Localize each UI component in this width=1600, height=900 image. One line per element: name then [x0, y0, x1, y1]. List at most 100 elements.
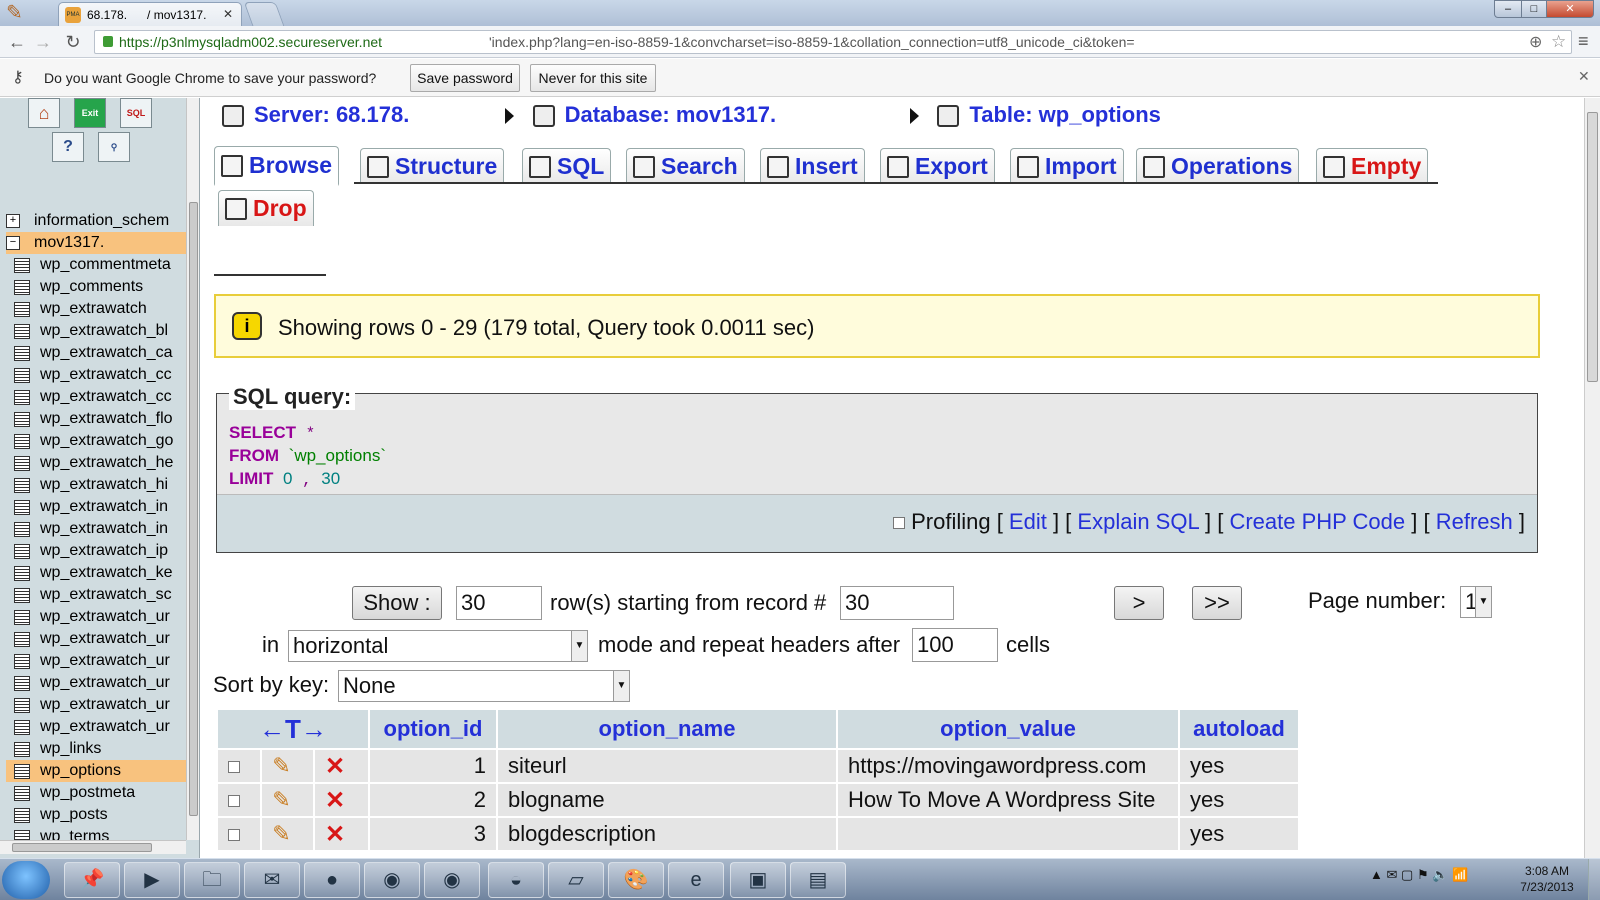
cell-option-value[interactable]	[838, 818, 1178, 850]
table-name[interactable]: wp_extrawatch	[40, 300, 147, 318]
maximize-button[interactable]: □	[1521, 0, 1547, 18]
chrome-menu-icon[interactable]: ≡	[1578, 31, 1589, 52]
table-item[interactable]: wp_extrawatch_in	[6, 518, 186, 540]
back-arrow-icon[interactable]: ←	[6, 31, 28, 53]
nav-vertical-scrollbar[interactable]	[186, 98, 199, 840]
row-checkbox[interactable]	[228, 761, 240, 773]
bookmark-star-icon[interactable]: ☆	[1551, 31, 1566, 53]
table-item[interactable]: wp_extrawatch_ca	[6, 342, 186, 364]
tab-search[interactable]: Search	[626, 148, 745, 184]
minimize-button[interactable]: –	[1494, 0, 1522, 18]
column-header-option-name[interactable]: option_name	[498, 710, 836, 748]
cell-autoload[interactable]: yes	[1180, 750, 1298, 782]
tab-import[interactable]: Import	[1010, 148, 1124, 184]
table-name[interactable]: wp_comments	[40, 278, 143, 296]
cell-autoload[interactable]: yes	[1180, 818, 1298, 850]
repeat-headers-input[interactable]: 100	[912, 628, 998, 662]
edit-pencil-icon[interactable]: ✎	[272, 753, 290, 778]
table-item[interactable]: wp_commentmeta	[6, 254, 186, 276]
column-header-autoload[interactable]: autoload	[1180, 710, 1298, 748]
edit-pencil-icon[interactable]: ✎	[272, 787, 290, 812]
table-item[interactable]: wp_extrawatch	[6, 298, 186, 320]
close-infobar-icon[interactable]: ✕	[1578, 68, 1590, 85]
notes-icon[interactable]: ▱	[548, 862, 604, 898]
browser-tab[interactable]: PMA 68.178. / mov1317. ✕	[58, 2, 242, 26]
table-item[interactable]: wp_extrawatch_cc	[6, 364, 186, 386]
last-page-button[interactable]: >>	[1192, 586, 1242, 620]
zoom-icon[interactable]: ⊕	[1529, 32, 1542, 54]
scroll-thumb[interactable]	[189, 202, 198, 816]
exit-icon[interactable]: Exit	[74, 98, 106, 128]
table-name[interactable]: wp_extrawatch_hi	[40, 476, 168, 494]
table-item[interactable]: wp_extrawatch_go	[6, 430, 186, 452]
table-icon[interactable]	[14, 609, 30, 625]
row-checkbox[interactable]	[228, 795, 240, 807]
table-item[interactable]: wp_extrawatch_bl	[6, 320, 186, 342]
table-item[interactable]: wp_extrawatch_hi	[6, 474, 186, 496]
table-icon[interactable]	[14, 587, 30, 603]
row-checkbox[interactable]	[228, 829, 240, 841]
scroll-thumb[interactable]	[12, 843, 152, 852]
cell-option-name[interactable]: blogdescription	[498, 818, 836, 850]
display-mode-select[interactable]: horizontal ▼	[288, 630, 588, 662]
table-icon[interactable]	[14, 433, 30, 449]
table-name[interactable]: wp_extrawatch_ur	[40, 718, 170, 736]
tab-sql[interactable]: SQL	[522, 148, 612, 184]
never-for-site-button[interactable]: Never for this site	[530, 64, 656, 92]
table-icon[interactable]	[14, 323, 30, 339]
network-icon[interactable]: 📶	[1452, 867, 1468, 882]
close-tab-icon[interactable]: ✕	[223, 7, 233, 21]
table-icon[interactable]	[14, 675, 30, 691]
save-password-button[interactable]: Save password	[410, 64, 520, 92]
table-name[interactable]: wp_commentmeta	[40, 256, 171, 274]
column-header-option-id[interactable]: option_id	[370, 710, 496, 748]
clock[interactable]: 3:08 AM 7/23/2013	[1512, 863, 1582, 895]
table-item[interactable]: wp_extrawatch_ke	[6, 562, 186, 584]
forward-arrow-icon[interactable]: →	[32, 31, 54, 53]
table-name[interactable]: wp_extrawatch_ke	[40, 564, 173, 582]
explorer-icon[interactable]: 🗀	[184, 862, 240, 898]
start-button[interactable]	[2, 861, 50, 899]
profiling-checkbox[interactable]	[893, 517, 906, 530]
cell-option-id[interactable]: 3	[370, 818, 496, 850]
help-icon[interactable]: ?	[52, 132, 84, 162]
show-button[interactable]: Show :	[352, 586, 442, 620]
breadcrumb-table[interactable]: Table: wp_options	[969, 102, 1160, 127]
table-item[interactable]: wp_extrawatch_ur	[6, 672, 186, 694]
notes-tray-icon[interactable]: ▢	[1401, 867, 1413, 882]
table-icon[interactable]	[14, 477, 30, 493]
table-name[interactable]: wp_extrawatch_go	[40, 432, 173, 450]
table-name[interactable]: wp_extrawatch_cc	[40, 388, 172, 406]
nav-horizontal-scrollbar[interactable]	[0, 840, 186, 854]
show-desktop-button[interactable]	[1588, 859, 1600, 900]
table-name[interactable]: wp_extrawatch_cc	[40, 366, 172, 384]
cell-option-name[interactable]: blogname	[498, 784, 836, 816]
database-item-information-schema[interactable]: + information_schem	[6, 210, 186, 232]
table-name[interactable]: wp_extrawatch_ca	[40, 344, 173, 362]
refresh-link[interactable]: Refresh	[1436, 509, 1513, 534]
table-icon[interactable]	[14, 653, 30, 669]
table-name[interactable]: wp_posts	[40, 806, 108, 824]
action-center-icon[interactable]: ⚑	[1417, 867, 1429, 882]
table-item[interactable]: wp_extrawatch_ur	[6, 716, 186, 738]
table-item[interactable]: wp_extrawatch_ur	[6, 650, 186, 672]
table-icon[interactable]	[14, 279, 30, 295]
paint-icon[interactable]: 🎨	[608, 862, 664, 898]
table-icon[interactable]	[14, 763, 30, 779]
media-player-icon[interactable]: ▶	[124, 862, 180, 898]
table-icon[interactable]	[14, 807, 30, 823]
table-name[interactable]: wp_options	[40, 762, 121, 780]
cell-autoload[interactable]: yes	[1180, 784, 1298, 816]
sort-by-key-select[interactable]: None ▼	[338, 670, 630, 702]
breadcrumb-server[interactable]: Server: 68.178.	[254, 102, 409, 127]
table-name[interactable]: wp_extrawatch_ur	[40, 652, 170, 670]
table-icon[interactable]	[14, 697, 30, 713]
table-icon[interactable]	[14, 345, 30, 361]
pin-icon[interactable]: 📌	[64, 862, 120, 898]
table-name[interactable]: wp_extrawatch_sc	[40, 586, 172, 604]
table-icon[interactable]	[14, 389, 30, 405]
table-icon[interactable]	[14, 565, 30, 581]
explain-sql-link[interactable]: Explain SQL	[1077, 509, 1198, 534]
cell-option-name[interactable]: siteurl	[498, 750, 836, 782]
window-app-icon[interactable]: ▣	[730, 862, 786, 898]
